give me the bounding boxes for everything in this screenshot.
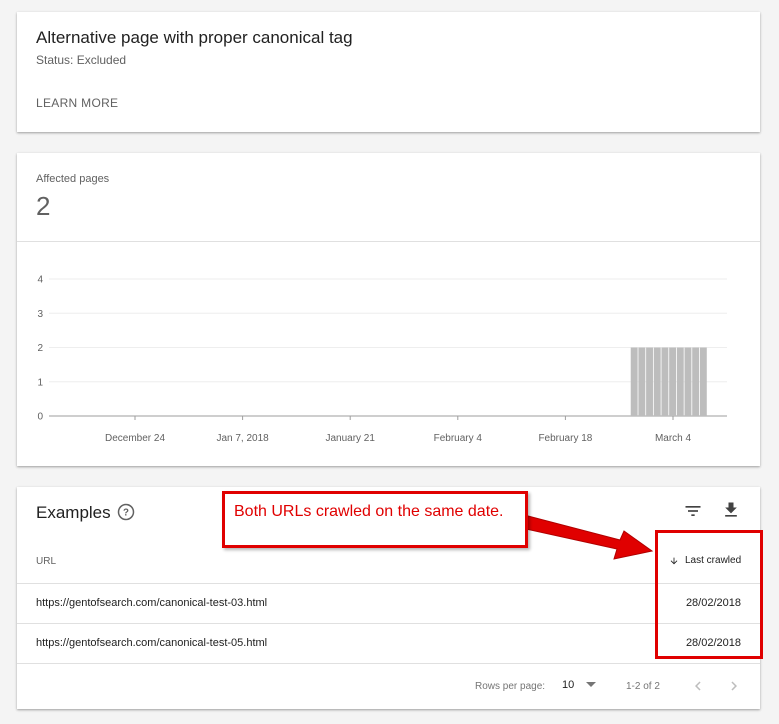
- y-tick-label: 2: [37, 343, 43, 354]
- x-tick-label: Jan 7, 2018: [216, 433, 269, 444]
- issue-status-card: Alternative page with proper canonical t…: [17, 12, 760, 132]
- x-tick-label: January 21: [325, 433, 375, 444]
- issue-title: Alternative page with proper canonical t…: [36, 28, 353, 47]
- x-tick-label: December 24: [105, 433, 165, 444]
- annotation-text: Both URLs crawled on the same date.: [234, 503, 504, 520]
- url-column-header: URL: [36, 556, 57, 567]
- affected-pages-card: Affected pages 2 0 1 2 3 4 December 24 Jan 7, …: [17, 153, 760, 466]
- row-url[interactable]: https://gentofsearch.com/canonical-test-…: [36, 637, 267, 649]
- pagination-bar: Rows per page: 10 1-2 of 2: [17, 663, 760, 709]
- chart-bar: [646, 347, 653, 416]
- rows-per-page-select[interactable]: 10: [562, 679, 597, 691]
- chart-bar: [661, 347, 669, 416]
- rows-per-page-value: 10: [562, 679, 575, 691]
- chart-bar: [669, 347, 677, 416]
- y-tick-label: 4: [37, 275, 43, 286]
- chart-bar: [653, 347, 661, 416]
- rows-per-page-label: Rows per page:: [475, 681, 546, 692]
- chart-bar: [692, 347, 700, 416]
- learn-more-link[interactable]: LEARN MORE: [36, 96, 118, 110]
- chart-bar: [699, 347, 707, 416]
- chart-bar: [630, 347, 638, 416]
- caret-down-icon: [586, 682, 597, 687]
- affected-pages-count: 2: [36, 191, 51, 221]
- chart-bar: [684, 347, 692, 416]
- chart-bar: [676, 347, 684, 416]
- row-url[interactable]: https://gentofsearch.com/canonical-test-…: [36, 597, 267, 609]
- x-tick-label: February 4: [434, 433, 483, 444]
- pagination-range: 1-2 of 2: [626, 681, 660, 692]
- annotation-callout: Both URLs crawled on the same date.: [222, 491, 528, 548]
- examples-title: Examples: [36, 503, 111, 522]
- chevron-right-icon[interactable]: [725, 677, 743, 695]
- status-text: Status: Excluded: [36, 53, 127, 67]
- row-divider: [17, 623, 760, 624]
- help-circle-icon[interactable]: ?: [117, 503, 135, 521]
- filter-icon[interactable]: [683, 501, 703, 521]
- chart-bar: [638, 347, 646, 416]
- annotation-highlight: [655, 530, 763, 659]
- y-tick-label: 3: [37, 309, 43, 320]
- y-tick-label: 0: [37, 412, 43, 423]
- download-icon[interactable]: [721, 500, 741, 520]
- x-tick-label: February 18: [538, 433, 592, 444]
- y-tick-label: 1: [37, 377, 43, 388]
- affected-pages-label: Affected pages: [36, 173, 110, 185]
- affected-pages-chart: 0 1 2 3 4 December 24 Jan 7, 2018 January 21 Feb…: [37, 275, 727, 444]
- chevron-left-icon[interactable]: [689, 677, 707, 695]
- row-divider: [17, 583, 760, 584]
- x-tick-label: March 4: [655, 433, 692, 444]
- svg-text:?: ?: [123, 507, 129, 518]
